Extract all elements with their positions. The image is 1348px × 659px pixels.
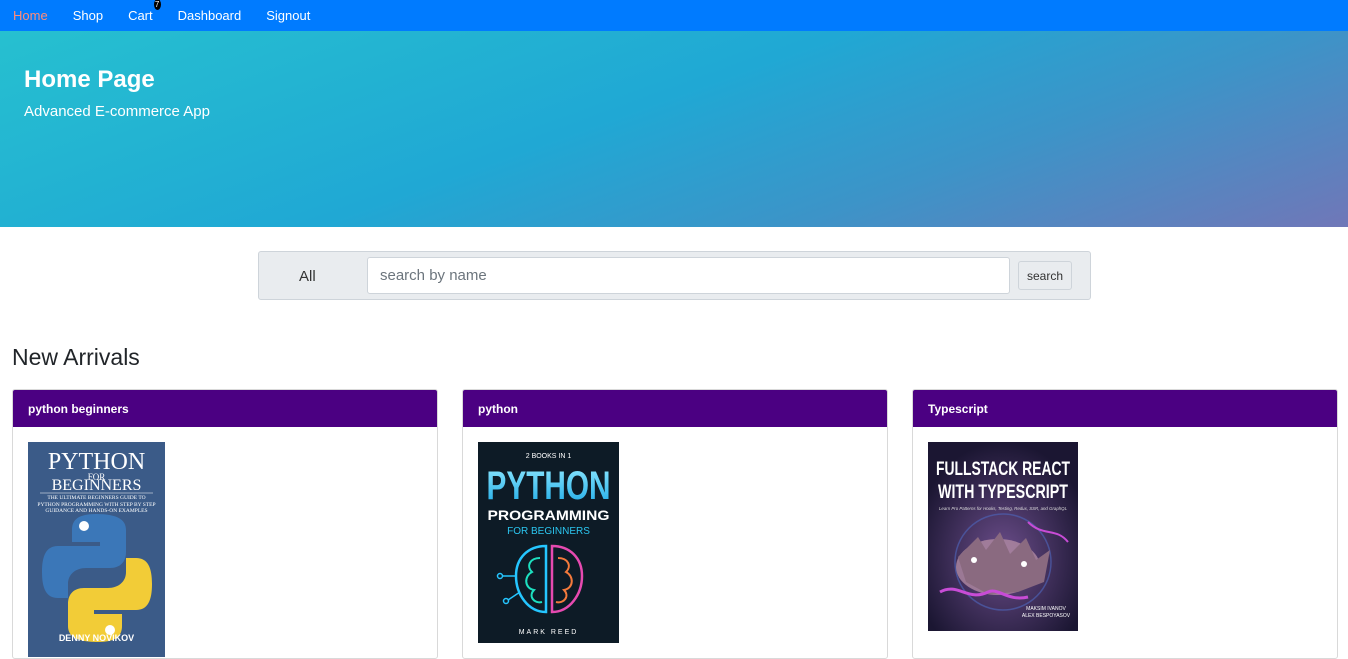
product-image[interactable]: FULLSTACK REACT WITH TYPESCRIPT Learn Pr… (928, 442, 1078, 631)
cover-tagline: THE ULTIMATE BEGINNERS GUIDE TO PYTHON P… (37, 495, 156, 514)
search-button[interactable]: search (1018, 261, 1072, 290)
cover-tagline: Learn Pro Patterns for Hooks, Testing, R… (939, 506, 1067, 511)
page-subtitle: Advanced E-commerce App (24, 103, 210, 120)
product-image[interactable]: 2 BOOKS IN 1 PYTHON PROGRAMMING FOR BEGI… (478, 442, 619, 643)
nav-shop-link[interactable]: Shop (73, 8, 103, 23)
python-beginners-cover-art: PYTHON FOR BEGINNERS THE ULTIMATE BEGINN… (28, 442, 165, 657)
category-select[interactable]: All (287, 262, 383, 290)
product-image[interactable]: PYTHON FOR BEGINNERS THE ULTIMATE BEGINN… (28, 442, 165, 657)
cover-title-line1: PYTHON (487, 464, 611, 508)
cart-count-badge: 7 (153, 0, 161, 10)
nav-cart-label: Cart (128, 8, 153, 23)
cover-title-line1: FULLSTACK REACT (936, 459, 1070, 480)
top-navbar: Home Shop Cart 7 Dashboard Signout (0, 0, 1348, 31)
page-title: Home Page (24, 66, 155, 93)
product-card-title[interactable]: python (463, 390, 887, 427)
product-card: Typescript FULLSTACK REACT WITH TYPESCRI… (912, 389, 1338, 659)
cover-title-line3: BEGINNERS (52, 477, 142, 494)
product-card: python 2 BOOKS IN 1 PYTHON PROGRAMMING F… (462, 389, 888, 659)
new-arrivals-heading: New Arrivals (12, 344, 140, 370)
cover-author: MAKSIM IVANOV ALEX BESPOYASOV (1021, 606, 1071, 619)
nav-home-link[interactable]: Home (13, 8, 48, 23)
search-form: All search (258, 251, 1091, 300)
search-input[interactable] (367, 257, 1010, 294)
product-card-title[interactable]: python beginners (13, 390, 437, 427)
product-card: python beginners PYTHON FOR BEGINNERS TH… (12, 389, 438, 659)
cover-author: MARK REED (519, 629, 579, 636)
cover-top-text: 2 BOOKS IN 1 (526, 453, 572, 460)
python-programming-cover-art: 2 BOOKS IN 1 PYTHON PROGRAMMING FOR BEGI… (478, 442, 619, 643)
category-selected-value: All (299, 267, 316, 285)
nav-dashboard-link[interactable]: Dashboard (178, 8, 242, 23)
hero-banner: Home Page Advanced E-commerce App (0, 31, 1348, 227)
product-card-title[interactable]: Typescript (913, 390, 1337, 427)
nav-cart-link[interactable]: Cart 7 (128, 0, 161, 23)
nav-signout-link[interactable]: Signout (266, 8, 310, 23)
fullstack-react-cover-art: FULLSTACK REACT WITH TYPESCRIPT Learn Pr… (928, 442, 1078, 631)
cover-title-line2: WITH TYPESCRIPT (938, 482, 1068, 503)
cover-author: DENNY NOVIKOV (59, 633, 134, 643)
cover-title-line3: FOR BEGINNERS (507, 526, 590, 537)
cover-title-line2: PROGRAMMING (488, 507, 610, 523)
